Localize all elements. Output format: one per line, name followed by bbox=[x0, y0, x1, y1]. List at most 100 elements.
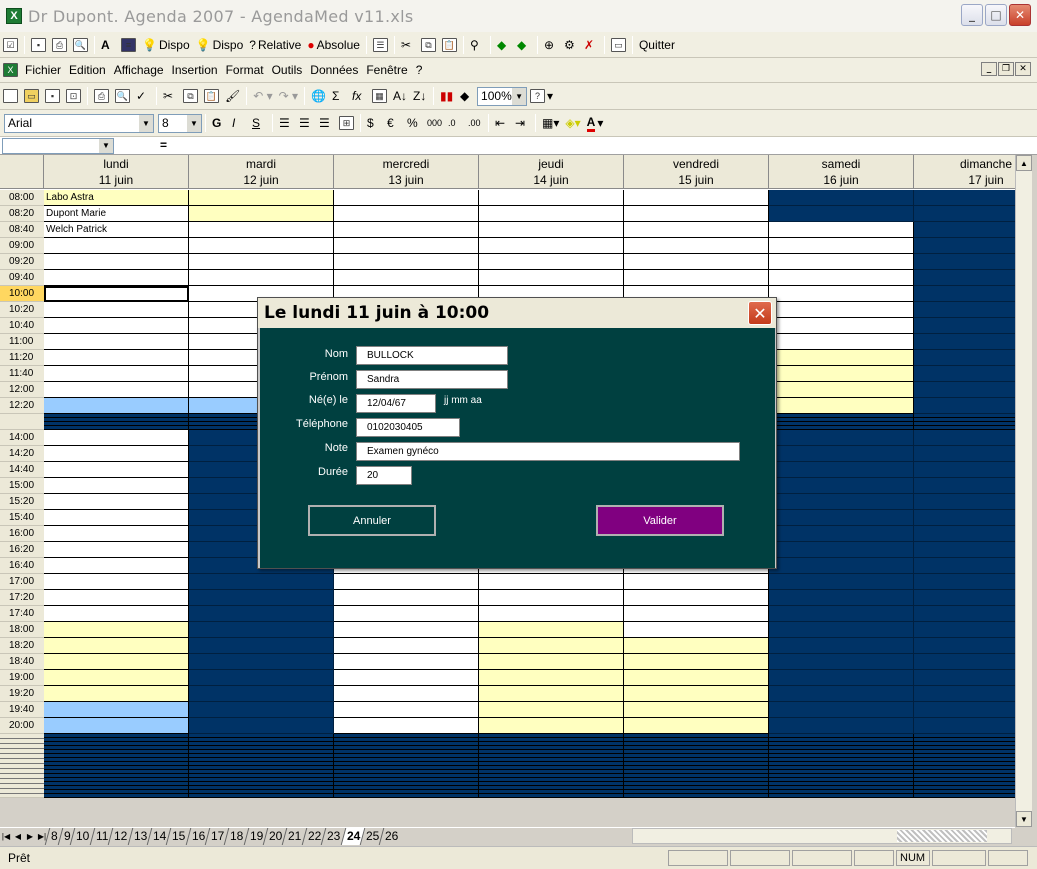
chart-icon[interactable]: ▮▮ bbox=[438, 86, 456, 106]
valider-button[interactable]: Valider bbox=[596, 505, 724, 536]
align-left-icon[interactable]: ☰ bbox=[277, 113, 295, 133]
menu-insertion[interactable]: Insertion bbox=[168, 63, 222, 77]
quitter-button[interactable]: Quitter bbox=[637, 35, 677, 55]
font-color-icon[interactable]: A ▾ bbox=[585, 113, 606, 133]
slot-cell[interactable] bbox=[769, 222, 914, 238]
paste2-icon[interactable]: 📋 bbox=[202, 86, 221, 106]
checklist-icon[interactable]: ☑ bbox=[1, 35, 20, 55]
slot-cell[interactable] bbox=[914, 558, 1015, 574]
scroll-up-icon[interactable]: ▲ bbox=[1016, 155, 1032, 171]
slot-cell[interactable] bbox=[914, 270, 1015, 286]
menu-fenetre[interactable]: Fenêtre bbox=[362, 63, 411, 77]
slot-cell[interactable] bbox=[769, 590, 914, 606]
save-icon[interactable]: ▪ bbox=[29, 35, 48, 55]
menu-outils[interactable]: Outils bbox=[268, 63, 307, 77]
slot-cell[interactable] bbox=[189, 638, 334, 654]
slot-cell[interactable] bbox=[769, 638, 914, 654]
slot-cell[interactable] bbox=[769, 558, 914, 574]
slot-cell[interactable] bbox=[44, 462, 189, 478]
doc-minimize-button[interactable]: _ bbox=[981, 62, 997, 76]
new-icon[interactable] bbox=[1, 86, 20, 106]
slot-cell[interactable] bbox=[44, 574, 189, 590]
dispo-button-2[interactable]: 💡 Dispo bbox=[194, 35, 246, 55]
menu-format[interactable]: Format bbox=[222, 63, 268, 77]
slot-cell[interactable] bbox=[189, 270, 334, 286]
slot-cell[interactable] bbox=[44, 590, 189, 606]
slot-cell[interactable] bbox=[624, 654, 769, 670]
slot-cell[interactable] bbox=[769, 478, 914, 494]
slot-cell[interactable] bbox=[479, 622, 624, 638]
cut-icon[interactable]: ✂ bbox=[399, 35, 417, 55]
slot-cell[interactable] bbox=[914, 702, 1015, 718]
slot-cell[interactable] bbox=[769, 670, 914, 686]
slot-cell[interactable] bbox=[624, 238, 769, 254]
slot-cell[interactable] bbox=[44, 654, 189, 670]
slot-cell[interactable] bbox=[914, 382, 1015, 398]
close-window-button[interactable]: ✕ bbox=[1009, 4, 1031, 26]
slot-cell[interactable] bbox=[189, 190, 334, 206]
slot-cell[interactable] bbox=[769, 494, 914, 510]
slot-cell[interactable] bbox=[479, 206, 624, 222]
slot-cell[interactable] bbox=[769, 430, 914, 446]
slot-cell[interactable] bbox=[44, 414, 189, 430]
sort-desc-icon[interactable]: Z↓ bbox=[411, 86, 429, 106]
hyperlink-icon[interactable]: 🌐 bbox=[309, 86, 328, 106]
slot-cell[interactable]: Dupont Marie bbox=[44, 206, 189, 222]
slot-cell[interactable] bbox=[44, 622, 189, 638]
slot-cell[interactable] bbox=[769, 686, 914, 702]
sort-asc-icon[interactable]: A↓ bbox=[391, 86, 409, 106]
slot-cell[interactable] bbox=[914, 414, 1015, 430]
slot-cell[interactable] bbox=[479, 238, 624, 254]
slot-cell[interactable] bbox=[914, 350, 1015, 366]
save2-icon[interactable]: ▪ bbox=[43, 86, 62, 106]
sheet-tab[interactable]: 26 bbox=[378, 828, 404, 845]
slot-cell[interactable] bbox=[914, 510, 1015, 526]
slot-cell[interactable] bbox=[479, 702, 624, 718]
slot-cell[interactable] bbox=[189, 622, 334, 638]
slot-cell[interactable] bbox=[44, 398, 189, 414]
slot-cell[interactable] bbox=[769, 606, 914, 622]
slot-cell[interactable] bbox=[334, 686, 479, 702]
slot-cell[interactable] bbox=[769, 206, 914, 222]
zoom-in-icon[interactable]: ⊕ bbox=[542, 35, 560, 55]
slot-cell[interactable] bbox=[189, 670, 334, 686]
maximize-button[interactable]: □ bbox=[985, 4, 1007, 26]
preview2-icon[interactable]: 🔍 bbox=[113, 86, 132, 106]
copy2-icon[interactable]: ⧉ bbox=[181, 86, 200, 106]
slot-cell[interactable] bbox=[769, 446, 914, 462]
relative-button[interactable]: ? Relative bbox=[247, 35, 303, 55]
slot-cell[interactable] bbox=[769, 622, 914, 638]
slot-cell[interactable] bbox=[44, 510, 189, 526]
slot-cell[interactable] bbox=[769, 334, 914, 350]
print2-icon[interactable]: ⎙ bbox=[92, 86, 111, 106]
underline-button[interactable]: S bbox=[250, 113, 268, 133]
slot-cell[interactable] bbox=[44, 350, 189, 366]
print-icon[interactable]: ⎙ bbox=[50, 35, 69, 55]
slot-cell[interactable] bbox=[914, 206, 1015, 222]
autosum-icon[interactable]: Σ bbox=[330, 86, 348, 106]
increase-decimal-icon[interactable]: .0 bbox=[446, 113, 464, 133]
slot-cell[interactable]: Labo Astra bbox=[44, 190, 189, 206]
cut2-icon[interactable]: ✂ bbox=[161, 86, 179, 106]
format-painter-icon[interactable]: 🖌 bbox=[223, 86, 242, 106]
slot-cell[interactable] bbox=[44, 494, 189, 510]
slot-cell[interactable] bbox=[914, 574, 1015, 590]
merge-icon[interactable]: ⊞ bbox=[337, 113, 356, 133]
slot-cell[interactable] bbox=[914, 670, 1015, 686]
slot-cell[interactable] bbox=[44, 334, 189, 350]
outdent-icon[interactable]: ⇤ bbox=[493, 113, 511, 133]
scroll-down-icon[interactable]: ▼ bbox=[1016, 811, 1032, 827]
duree-field[interactable]: 20 bbox=[356, 466, 412, 485]
window-icon[interactable]: ▭ bbox=[609, 35, 628, 55]
absolue-button[interactable]: ● Absolue bbox=[305, 35, 362, 55]
style-icon[interactable]: ≡ bbox=[119, 35, 138, 55]
slot-cell[interactable] bbox=[334, 638, 479, 654]
slot-cell[interactable] bbox=[914, 446, 1015, 462]
slot-cell[interactable] bbox=[189, 718, 334, 734]
slot-cell[interactable] bbox=[769, 718, 914, 734]
align-center-icon[interactable]: ☰ bbox=[297, 113, 315, 133]
slot-cell[interactable] bbox=[189, 254, 334, 270]
name-box[interactable]: ▼ bbox=[2, 138, 114, 154]
slot-cell[interactable] bbox=[624, 686, 769, 702]
slot-cell[interactable] bbox=[189, 238, 334, 254]
